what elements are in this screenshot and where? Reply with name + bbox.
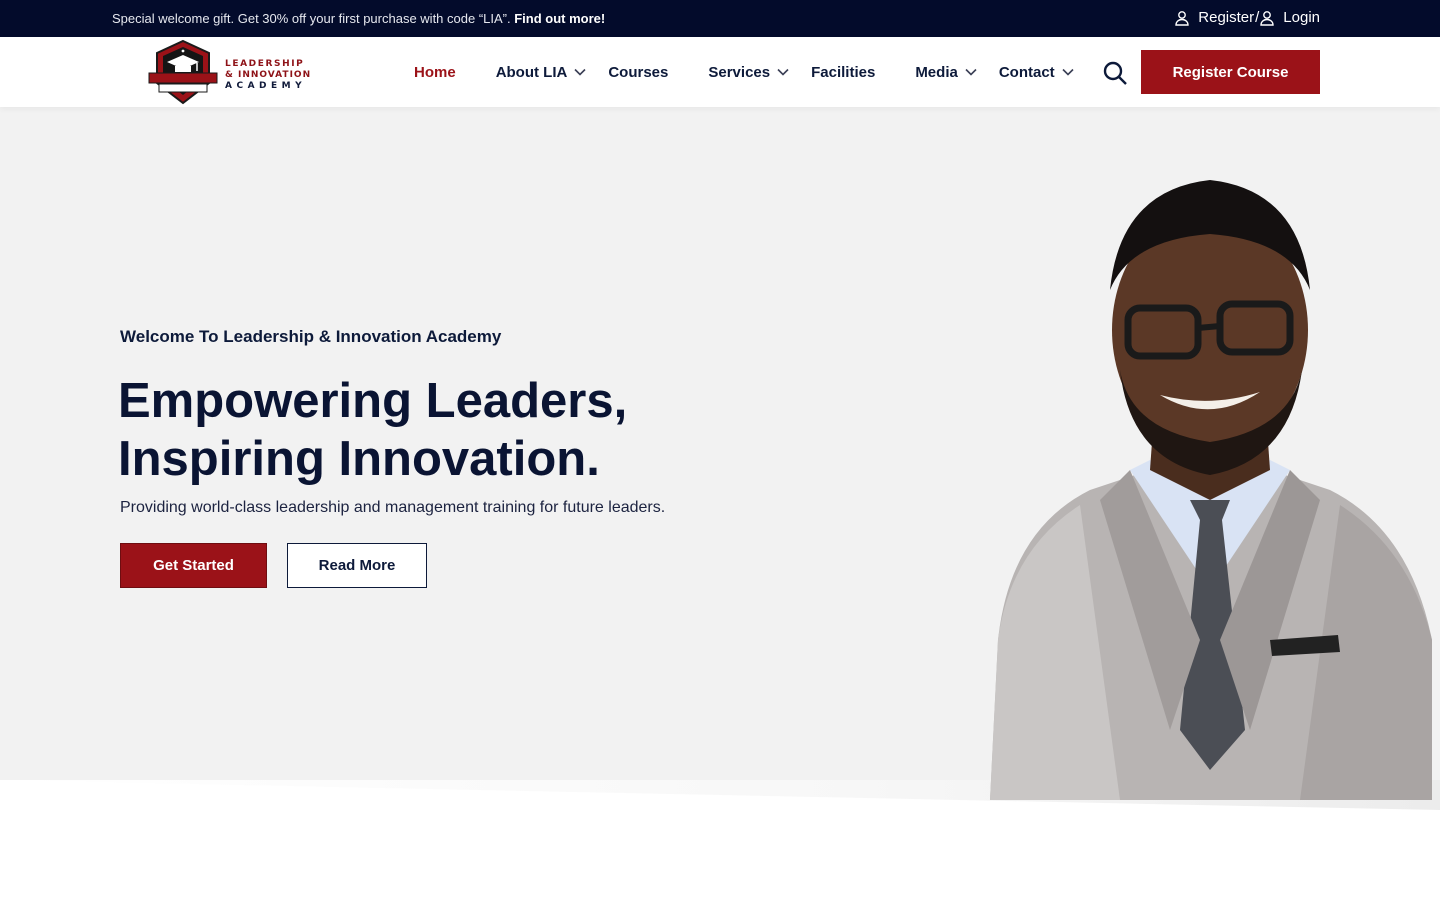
login-link[interactable]: Login (1259, 9, 1320, 26)
nav-home[interactable]: Home (414, 37, 456, 107)
nav-about-lia-label: About LIA (495, 63, 568, 81)
site-logo[interactable]: LEADERSHIP & INNOVATION ACADEMY (145, 39, 315, 105)
get-started-button[interactable]: Get Started (120, 543, 267, 588)
main-nav: Home About LIA Courses Services Faciliti… (414, 37, 1074, 107)
user-icon (1260, 10, 1274, 26)
hero-welcome: Welcome To Leadership & Innovation Acade… (120, 327, 502, 346)
chevron-down-icon (574, 68, 586, 76)
nav-media-label: Media (915, 63, 958, 81)
logo-line-1: LEADERSHIP (225, 59, 305, 69)
logo-line-3: ACADEMY (225, 81, 307, 91)
chevron-down-icon (1062, 68, 1074, 76)
nav-facilities[interactable]: Facilities (811, 37, 875, 107)
nav-media[interactable]: Media (915, 37, 977, 107)
nav-about-lia[interactable]: About LIA (496, 37, 587, 107)
find-out-more-link[interactable]: Find out more! (514, 11, 605, 26)
nav-courses-label: Courses (608, 63, 669, 81)
announcement-bar: Special welcome gift. Get 30% off your f… (0, 0, 1440, 37)
login-label: Login (1283, 9, 1320, 26)
search-icon[interactable] (1102, 60, 1128, 86)
logo-wordmark: LEADERSHIP & INNOVATION ACADEMY (225, 59, 311, 92)
register-label: Register (1198, 9, 1255, 26)
nav-services[interactable]: Services (708, 37, 789, 107)
nav-contact-label: Contact (998, 63, 1055, 81)
hero-subline: Providing world-class leadership and man… (120, 499, 666, 516)
announcement-message: Special welcome gift. Get 30% off your f… (112, 11, 511, 26)
auth-links: Register / Login (1174, 9, 1320, 26)
academy-crest-icon (148, 39, 218, 105)
user-icon (1175, 10, 1189, 26)
logo-line-2: & INNOVATION (225, 70, 312, 80)
hero-headline: Empowering Leaders, Inspiring Innovation… (118, 372, 627, 488)
hero-headline-line-2: Inspiring Innovation. (118, 432, 600, 486)
announcement-text: Special welcome gift. Get 30% off your f… (112, 11, 605, 26)
chevron-down-icon (777, 68, 789, 76)
chevron-down-icon (965, 68, 977, 76)
hero-headline-line-1: Empowering Leaders, (118, 374, 628, 428)
register-link[interactable]: Register (1174, 9, 1254, 26)
hero-person-image (990, 180, 1432, 800)
nav-services-label: Services (708, 63, 771, 81)
nav-facilities-label: Facilities (811, 63, 876, 81)
nav-contact[interactable]: Contact (999, 37, 1074, 107)
register-course-button[interactable]: Register Course (1141, 50, 1320, 94)
site-header: LEADERSHIP & INNOVATION ACADEMY Home Abo… (0, 37, 1440, 107)
read-more-button[interactable]: Read More (287, 543, 427, 588)
nav-courses[interactable]: Courses (608, 37, 668, 107)
nav-home-label: Home (414, 63, 456, 81)
